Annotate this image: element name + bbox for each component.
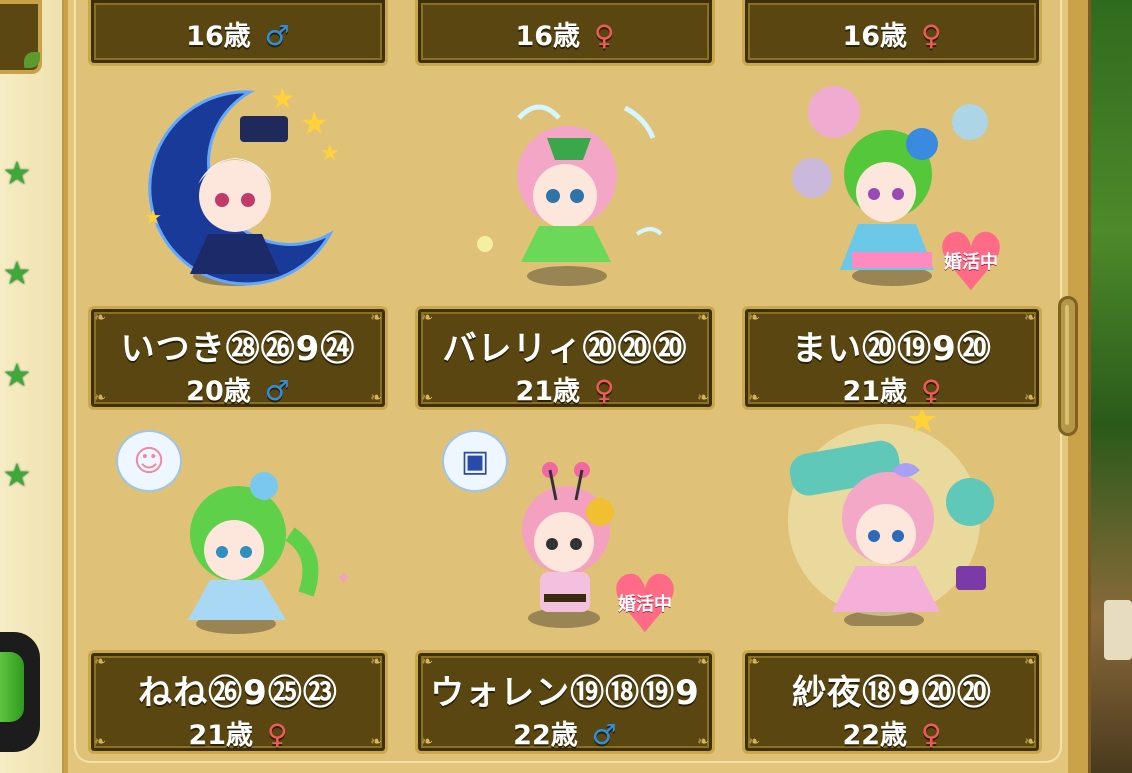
svg-text:✦: ✦ — [336, 568, 351, 589]
female-icon: ♀ — [921, 19, 942, 52]
age-label: 16歳 — [842, 21, 908, 52]
resident-name: 紗夜⑱9⑳⑳ — [792, 673, 992, 713]
resident-name: バレリィ⑳⑳⑳ — [442, 329, 688, 369]
star-icon[interactable]: ★ — [0, 358, 34, 392]
male-icon: ♂ — [264, 19, 290, 52]
svg-text:★: ★ — [906, 410, 938, 441]
svg-text:★: ★ — [144, 205, 162, 229]
nameplate-top-3[interactable]: 16歳 ♀ — [742, 0, 1042, 66]
green-side-button[interactable] — [0, 632, 40, 752]
nameplate-valerie[interactable]: ❧ ❧ ❧ ❧ バレリィ⑳⑳⑳ 21歳 ♀ — [415, 306, 715, 410]
konkatsu-label: 婚活中 — [944, 252, 998, 273]
svg-text:★: ★ — [320, 141, 340, 166]
nameplate-mai[interactable]: ❧ ❧ ❧ ❧ まい⑳⑲9⑳ 21歳 ♀ — [742, 306, 1042, 410]
resident-name: ねね㉖9㉕㉓ — [138, 673, 338, 713]
avatar-valerie[interactable] — [455, 84, 675, 300]
star-icon[interactable]: ★ — [0, 458, 34, 492]
sidebar-tab[interactable] — [0, 0, 42, 74]
avatar-itsuki[interactable]: ★ ★ ★ ★ — [130, 82, 350, 300]
konkatsu-label: 婚活中 — [618, 594, 672, 615]
age-gender: 16歳 ♂ — [91, 14, 385, 53]
nameplate-saya[interactable]: ❧ ❧ ❧ ❧ 紗夜⑱9⑳⑳ 22歳 ♀ — [742, 650, 1042, 754]
age-gender: 20歳 ♂ — [91, 369, 385, 408]
age-label: 21歳 — [842, 376, 908, 407]
male-icon: ♂ — [591, 718, 617, 751]
nameplate-top-2[interactable]: 16歳 ♀ — [415, 0, 715, 66]
male-icon: ♂ — [264, 374, 290, 407]
female-icon: ♀ — [921, 718, 942, 751]
konkatsu-badge: ♥ 婚活中 — [930, 223, 1012, 303]
age-gender: 21歳 ♀ — [745, 369, 1039, 408]
female-icon: ♀ — [267, 718, 288, 751]
leaf-icon — [24, 52, 40, 68]
age-gender: 21歳 ♀ — [418, 369, 712, 408]
age-gender: 22歳 ♀ — [745, 713, 1039, 752]
background-sign — [1104, 600, 1132, 660]
star-icon[interactable]: ★ — [0, 256, 34, 290]
nameplate-nene[interactable]: ❧ ❧ ❧ ❧ ねね㉖9㉕㉓ 21歳 ♀ — [88, 650, 388, 754]
age-label: 16歳 — [186, 21, 251, 52]
svg-text:★: ★ — [300, 104, 329, 142]
scrollbar-thumb[interactable] — [1058, 296, 1078, 436]
star-icon[interactable]: ★ — [0, 156, 34, 190]
age-gender: 16歳 ♀ — [745, 14, 1039, 53]
resident-name: まい⑳⑲9⑳ — [792, 329, 992, 369]
resident-name: いつき㉘㉖9㉔ — [120, 329, 356, 369]
konkatsu-badge: ♥ 婚活中 — [604, 565, 686, 645]
nameplate-warren[interactable]: ❧ ❧ ❧ ❧ ウォレン⑲⑱⑲9 22歳 ♂ — [415, 650, 715, 754]
left-sidebar: ★ ★ ★ ★ — [0, 0, 65, 773]
nameplate-top-1[interactable]: 16歳 ♂ — [88, 0, 388, 66]
age-gender: 16歳 ♀ — [418, 14, 712, 53]
svg-text:★: ★ — [270, 84, 295, 115]
age-label: 16歳 — [515, 21, 581, 52]
nameplate-itsuki[interactable]: ❧ ❧ ❧ ❧ いつき㉘㉖9㉔ 20歳 ♂ — [88, 306, 388, 410]
female-icon: ♀ — [594, 374, 615, 407]
age-gender: 22歳 ♂ — [418, 713, 712, 752]
baby-icon: ☺ — [116, 430, 182, 492]
age-label: 21歳 — [188, 720, 254, 751]
age-gender: 21歳 ♀ — [91, 713, 385, 752]
resident-name: ウォレン⑲⑱⑲9 — [430, 673, 700, 713]
age-label: 22歳 — [513, 720, 578, 751]
age-label: 21歳 — [515, 376, 581, 407]
age-label: 22歳 — [842, 720, 908, 751]
ring-box-icon: ▣ — [442, 430, 508, 492]
female-icon: ♀ — [921, 374, 942, 407]
female-icon: ♀ — [594, 19, 615, 52]
avatar-saya[interactable]: ★ — [780, 400, 1000, 630]
age-label: 20歳 — [186, 376, 251, 407]
